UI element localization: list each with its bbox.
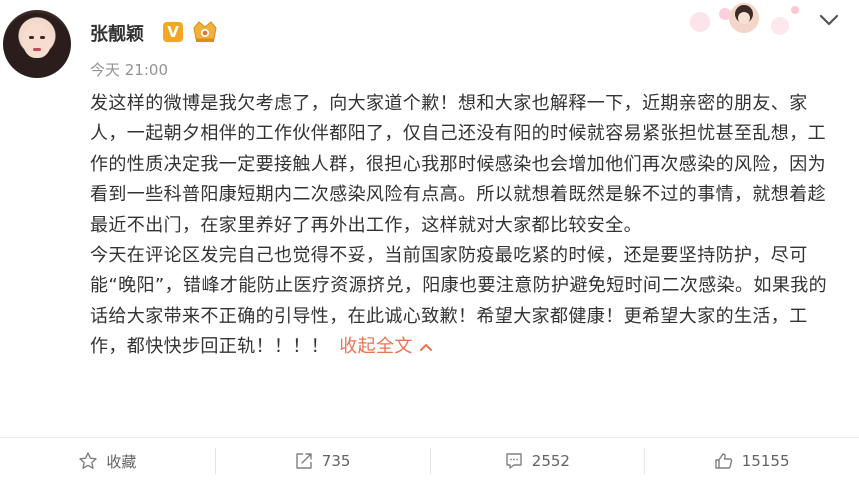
author-name[interactable]: 张靓颖 <box>90 20 144 46</box>
thumbs-up-icon <box>715 453 733 469</box>
chevron-down-icon[interactable] <box>818 12 840 28</box>
favorite-label: 收藏 <box>106 452 137 471</box>
repost-count: 735 <box>321 452 351 470</box>
action-bar: 收藏 735 2552 15155 <box>0 438 859 484</box>
collapse-label: 收起全文 <box>339 336 413 358</box>
star-icon <box>79 452 98 469</box>
post-time: 今天 21:00 <box>90 61 168 79</box>
repost-button[interactable]: 735 <box>214 438 430 484</box>
avatar-face <box>23 24 51 58</box>
comment-count: 2552 <box>531 452 570 470</box>
crown-badge-icon <box>193 21 217 42</box>
post-paragraph: 发这样的微博是我欠考虑了，向大家道个歉！想和大家也解释一下，近期亲密的朋友、家人… <box>90 93 826 236</box>
comment-icon <box>506 453 522 469</box>
verified-badge-icon: V <box>163 22 183 42</box>
like-count: 15155 <box>741 452 790 470</box>
comment-button[interactable]: 2552 <box>429 438 645 484</box>
avatar[interactable] <box>3 10 71 78</box>
favorite-button[interactable]: 收藏 <box>0 438 215 484</box>
decoration-banner <box>690 3 799 35</box>
avatar-eye-right <box>40 36 45 39</box>
avatar-lips <box>33 48 41 51</box>
post-paragraph-text: 今天在评论区发完自己也觉得不妥，当前国家防疫最吃紧的时候，还是要坚持防护，尽可能… <box>90 245 828 358</box>
share-icon <box>296 453 312 469</box>
avatar-eye-left <box>29 36 34 39</box>
chevron-up-icon <box>419 344 432 352</box>
post-paragraph: 今天在评论区发完自己也觉得不妥，当前国家防疫最吃紧的时候，还是要坚持防护，尽可能… <box>90 241 832 363</box>
like-button[interactable]: 15155 <box>644 438 859 484</box>
post-content: 发这样的微博是我欠考虑了，向大家道个歉！想和大家也解释一下，近期亲密的朋友、家人… <box>90 89 832 363</box>
collapse-button[interactable]: 收起全文 <box>339 336 433 357</box>
